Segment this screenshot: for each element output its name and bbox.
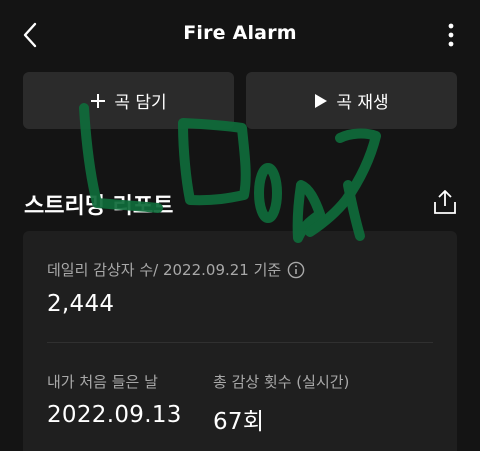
section-title: 스트리밍 리포트: [24, 194, 174, 219]
play-song-label: 곡 재생: [336, 93, 389, 113]
total-plays-value: 67회: [213, 409, 265, 435]
more-vertical-icon: [448, 23, 454, 47]
share-button[interactable]: [432, 188, 458, 216]
first-listen-value: 2022.09.13: [47, 402, 182, 428]
page-title: Fire Alarm: [183, 22, 297, 44]
streaming-report-card: 데일리 감상자 수/ 2022.09.21 기준 2,444 내가 처음 들은 …: [23, 231, 457, 451]
info-icon[interactable]: [287, 261, 305, 279]
add-song-label: 곡 담기: [114, 93, 167, 113]
plus-icon: [91, 93, 106, 108]
daily-listeners-label: 데일리 감상자 수/ 2022.09.21 기준: [47, 261, 282, 279]
action-buttons: 곡 담기 곡 재생: [23, 72, 457, 129]
first-listen-label: 내가 처음 들은 날: [47, 373, 158, 391]
streaming-report-header: 스트리밍 리포트: [24, 184, 458, 224]
divider: [47, 342, 433, 343]
more-options-button[interactable]: [444, 18, 458, 52]
add-song-button[interactable]: 곡 담기: [23, 72, 234, 129]
top-bar: Fire Alarm: [0, 0, 480, 70]
daily-listeners-label-row: 데일리 감상자 수/ 2022.09.21 기준: [47, 259, 305, 280]
total-plays-label: 총 감상 횟수 (실시간): [213, 373, 350, 391]
daily-listeners-value: 2,444: [47, 291, 115, 317]
play-icon: [315, 93, 328, 108]
share-icon: [434, 190, 456, 214]
play-song-button[interactable]: 곡 재생: [246, 72, 457, 129]
